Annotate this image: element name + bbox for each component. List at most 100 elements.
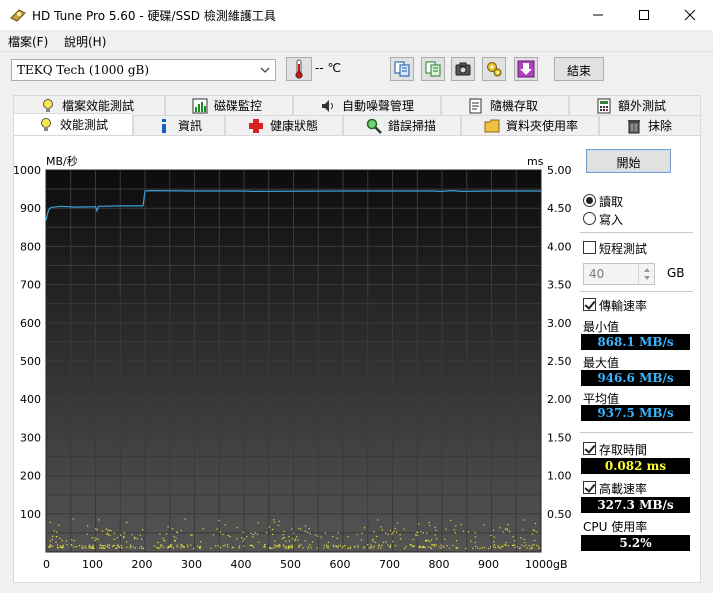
access-time-point: [302, 547, 304, 549]
maximize-icon: [639, 10, 649, 20]
close-button[interactable]: [667, 0, 713, 30]
access-time-point: [219, 546, 222, 548]
access-time-point: [373, 531, 375, 533]
tab-disk-monitor[interactable]: 磁碟監控: [165, 95, 293, 115]
access-time-point: [504, 528, 506, 530]
access-time-point: [92, 544, 94, 546]
tab-health[interactable]: 健康狀態: [225, 115, 343, 135]
y-axis-ticks: 100 200 300 400 500 600 700 800 900 1000: [13, 164, 41, 521]
x-tick-label: 400: [231, 558, 252, 571]
access-time-point: [492, 546, 495, 548]
short-test-checkbox[interactable]: [583, 241, 596, 254]
access-time-point: [174, 540, 176, 542]
stepper-arrows[interactable]: [638, 264, 654, 284]
access-time-point: [372, 547, 374, 549]
access-time-point: [431, 539, 433, 541]
access-time-point: [219, 531, 222, 533]
tab-aam[interactable]: 自動噪聲管理: [293, 95, 441, 115]
access-time-point: [536, 531, 538, 533]
tab-random-access[interactable]: 隨機存取: [441, 95, 569, 115]
access-time-checkbox[interactable]: [583, 442, 596, 455]
access-time-point: [291, 528, 293, 530]
access-time-point: [512, 544, 514, 547]
tab-info[interactable]: 資訊: [133, 115, 225, 135]
copy-info-button[interactable]: [390, 57, 414, 81]
access-time-point: [243, 545, 245, 547]
screenshot-button[interactable]: [451, 57, 475, 81]
test-size-stepper[interactable]: 40: [583, 263, 655, 285]
read-radio[interactable]: [583, 194, 596, 207]
access-time-point: [102, 547, 104, 549]
access-time-point: [216, 528, 218, 530]
tab-erase[interactable]: 抹除: [599, 115, 701, 135]
access-time-point: [327, 541, 330, 543]
tab-extra-tests[interactable]: 額外測試: [569, 95, 701, 115]
tab-error-scan[interactable]: 錯誤掃描: [343, 115, 461, 135]
stepper-up-down-icon: [644, 268, 650, 280]
access-time-point: [258, 541, 260, 543]
tab-label: 檔案效能測試: [62, 99, 135, 113]
tab-file-benchmark[interactable]: 檔案效能測試: [13, 95, 165, 115]
access-time-point: [373, 545, 375, 548]
exit-button[interactable]: 結束: [554, 57, 604, 81]
y-tick-label: 100: [20, 508, 41, 521]
access-time-point: [160, 544, 162, 546]
access-time-point: [246, 536, 248, 538]
access-time-point: [385, 532, 387, 534]
access-time-point: [75, 546, 78, 548]
access-time-point: [337, 545, 339, 547]
access-time-point: [410, 544, 412, 546]
access-time-point: [276, 545, 278, 547]
maximize-button[interactable]: [621, 0, 667, 30]
access-time-point: [417, 531, 419, 534]
access-time-point: [278, 546, 280, 548]
menu-file[interactable]: 檔案(F): [8, 33, 48, 50]
burst-rate-checkbox[interactable]: [583, 481, 596, 494]
access-time-point: [180, 530, 182, 532]
access-time-point: [353, 546, 355, 548]
tab-label: 磁碟監控: [214, 99, 263, 113]
access-time-point: [297, 539, 299, 541]
tab-folder-usage[interactable]: 資料夾使用率: [461, 115, 599, 135]
save-button[interactable]: [514, 57, 538, 81]
access-time-point: [523, 519, 525, 521]
minimize-button[interactable]: [575, 0, 621, 30]
access-time-point: [214, 545, 217, 547]
access-time-point: [298, 544, 300, 546]
menu-help[interactable]: 說明(H): [64, 33, 106, 50]
access-time-point: [197, 545, 199, 547]
access-time-point: [284, 547, 286, 549]
access-time-point: [49, 545, 51, 547]
access-time-point: [484, 547, 486, 549]
access-time-point: [326, 544, 328, 546]
drive-select[interactable]: TEKQ Tech (1000 gB): [11, 59, 276, 81]
access-time-point: [141, 538, 143, 540]
access-time-point: [309, 532, 311, 535]
copy-results-button[interactable]: [421, 57, 445, 81]
access-time-point: [534, 539, 536, 541]
access-time-point: [65, 540, 67, 542]
y2-tick-label: 1.50: [547, 431, 572, 444]
options-button[interactable]: [482, 57, 506, 81]
temperature-button[interactable]: [286, 57, 312, 81]
write-radio[interactable]: [583, 212, 596, 225]
tab-label: 自動噪聲管理: [342, 99, 415, 113]
access-time-point: [420, 531, 422, 533]
start-button[interactable]: 開始: [586, 149, 671, 173]
read-label: 讀取: [599, 195, 624, 209]
tab-benchmark[interactable]: 效能測試: [13, 113, 133, 135]
access-time-point: [268, 526, 270, 528]
access-time-point: [202, 528, 204, 530]
access-time-point: [88, 547, 90, 549]
access-time-point: [291, 547, 293, 549]
transfer-rate-checkbox[interactable]: [583, 298, 596, 311]
access-time-point: [428, 521, 430, 523]
access-time-point: [460, 524, 462, 526]
access-time-point: [156, 546, 158, 549]
y2-tick-label: 3.50: [547, 279, 572, 292]
access-time-point: [300, 544, 302, 546]
access-time-point: [254, 532, 256, 534]
access-time-point: [377, 547, 380, 549]
tab-row-top: 檔案效能測試 磁碟監控 自動噪聲管理 隨機存取 額外測試: [13, 95, 701, 115]
access-time-point: [55, 541, 57, 543]
